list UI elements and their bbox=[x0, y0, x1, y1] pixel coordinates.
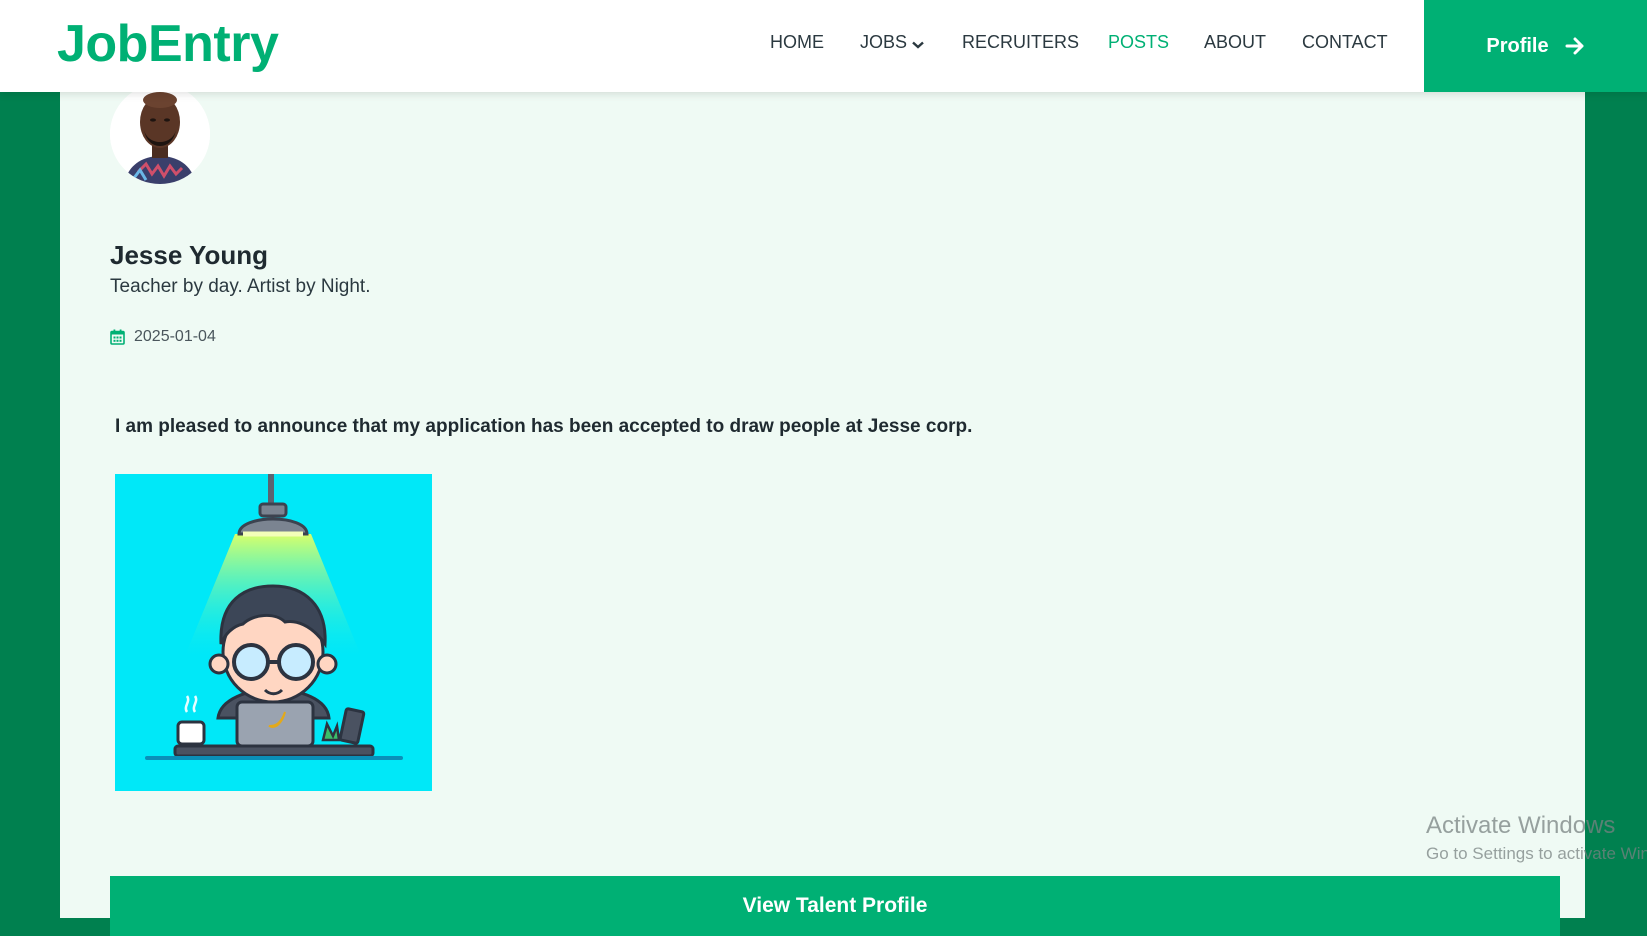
nav-about[interactable]: ABOUT bbox=[1204, 32, 1266, 53]
post-illustration bbox=[115, 474, 432, 791]
nav-jobs-label: JOBS bbox=[860, 32, 908, 52]
post-image[interactable] bbox=[115, 474, 432, 791]
author-avatar[interactable] bbox=[110, 84, 210, 184]
profile-button-label: Profile bbox=[1486, 34, 1549, 57]
top-navbar: JobEntry HOME JOBS RECRUITERS POSTS ABOU… bbox=[0, 0, 1647, 92]
arrow-right-icon bbox=[1565, 37, 1585, 55]
post-date-text: 2025-01-04 bbox=[134, 328, 216, 345]
nav-contact[interactable]: CONTACT bbox=[1302, 32, 1388, 53]
post-body-text: I am pleased to announce that my applica… bbox=[115, 416, 973, 437]
post-card: Jesse Young Teacher by day. Artist by Ni… bbox=[60, 84, 1585, 936]
author-name: Jesse Young bbox=[110, 240, 268, 270]
profile-button[interactable]: Profile bbox=[1424, 0, 1647, 92]
author-bio: Teacher by day. Artist by Night. bbox=[110, 276, 371, 297]
post-date: 2025-01-04 bbox=[110, 328, 216, 346]
brand-logo[interactable]: JobEntry bbox=[57, 14, 279, 74]
chevron-down-icon bbox=[912, 33, 924, 54]
nav-jobs[interactable]: JOBS bbox=[860, 32, 924, 54]
nav-home[interactable]: HOME bbox=[770, 32, 824, 53]
nav-posts[interactable]: POSTS bbox=[1108, 32, 1169, 53]
view-talent-profile-button[interactable]: View Talent Profile bbox=[110, 876, 1560, 936]
nav-recruiters[interactable]: RECRUITERS bbox=[962, 32, 1079, 53]
author-photo bbox=[110, 84, 210, 184]
calendar-icon bbox=[110, 329, 125, 345]
